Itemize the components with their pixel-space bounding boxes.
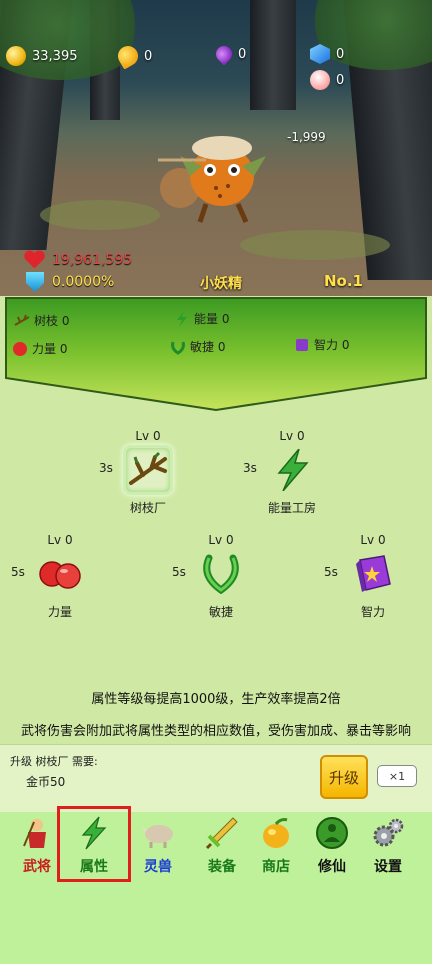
essence-counter: 0 — [212, 42, 246, 66]
heart-icon — [24, 251, 44, 269]
gold-coin-icon — [6, 46, 26, 66]
peach-counter: 0 — [310, 70, 344, 90]
stat-intellect: 智力 0 — [294, 336, 349, 353]
sword-icon — [205, 817, 238, 850]
rhino-icon — [141, 825, 173, 848]
upgrade-button[interactable]: 升级 — [320, 755, 368, 799]
stat-branch: 树枝 0 — [14, 312, 69, 329]
damage-popup: -1,999 — [287, 130, 326, 144]
laurel-icon[interactable] — [196, 549, 246, 599]
damage-note: 武将伤害会附加武将属性类型的相应数值，受伤害加成、暴击等影响 — [20, 724, 411, 739]
nav-shop[interactable]: 商店 — [248, 812, 304, 884]
blue-gem-icon — [310, 44, 330, 64]
gem-counter: 0 — [310, 44, 344, 64]
battle-scene: 33,395 0 0 0 0 -1,999 19,961,595 0.0000% — [0, 0, 432, 296]
monster-name: 小妖精 — [200, 276, 242, 292]
gold-counter: 33,395 — [6, 46, 78, 66]
stage-number: No.1 — [324, 272, 363, 290]
purple-drop-icon — [212, 42, 236, 66]
monster-defense: 0.0000% — [26, 272, 114, 292]
mango-icon — [114, 42, 142, 70]
node-energy-workshop[interactable]: Lv 0 3s 能量工房 — [237, 429, 347, 516]
node-intellect[interactable]: Lv 0 5s 智力 — [318, 533, 428, 620]
node-branch-factory[interactable]: Lv 0 3s 树枝厂 — [93, 429, 203, 516]
branch-icon — [14, 314, 30, 326]
nav-settings[interactable]: 设置 — [360, 812, 416, 884]
upgrade-cost: 金币50 — [26, 775, 66, 789]
gear-icon — [373, 818, 404, 847]
nav-equipment[interactable]: 装备 — [194, 812, 250, 884]
boxing-glove-icon[interactable] — [35, 549, 85, 599]
multiplier-button[interactable]: ×1 — [377, 765, 417, 787]
nav-cultivation[interactable]: 修仙 — [304, 812, 360, 884]
upgrade-requirement: 升级 树枝厂 需要: — [10, 755, 98, 768]
mango-counter: 0 — [114, 42, 152, 70]
book-icon — [296, 338, 308, 351]
active-tab-highlight — [57, 806, 131, 882]
book-icon[interactable] — [348, 549, 398, 599]
node-power[interactable]: Lv 0 5s 力量 — [5, 533, 115, 620]
warrior-icon — [23, 819, 46, 848]
upgrade-bar: 升级 树枝厂 需要: 金币50 升级 ×1 — [0, 744, 432, 812]
stat-agility: 敏捷 0 — [170, 338, 225, 355]
stat-energy: 能量 0 — [174, 310, 229, 327]
nav-spirit-beast[interactable]: 灵兽 — [130, 812, 186, 884]
cultivation-icon — [316, 817, 348, 849]
efficiency-note: 属性等级每提高1000级，生产效率提高2倍 — [91, 692, 341, 707]
mango-icon — [263, 818, 289, 848]
laurel-icon — [171, 341, 185, 355]
shield-icon — [26, 272, 44, 292]
monster-hp: 19,961,595 — [24, 251, 132, 269]
goblin-monster[interactable] — [150, 126, 280, 226]
stat-power: 力量 0 — [12, 340, 67, 357]
node-agility[interactable]: Lv 0 5s 敏捷 — [166, 533, 276, 620]
branch-icon[interactable] — [123, 445, 173, 495]
peach-icon — [310, 70, 330, 90]
boxing-glove-icon — [13, 341, 27, 356]
lightning-icon[interactable] — [267, 445, 317, 495]
lightning-icon — [177, 310, 187, 327]
